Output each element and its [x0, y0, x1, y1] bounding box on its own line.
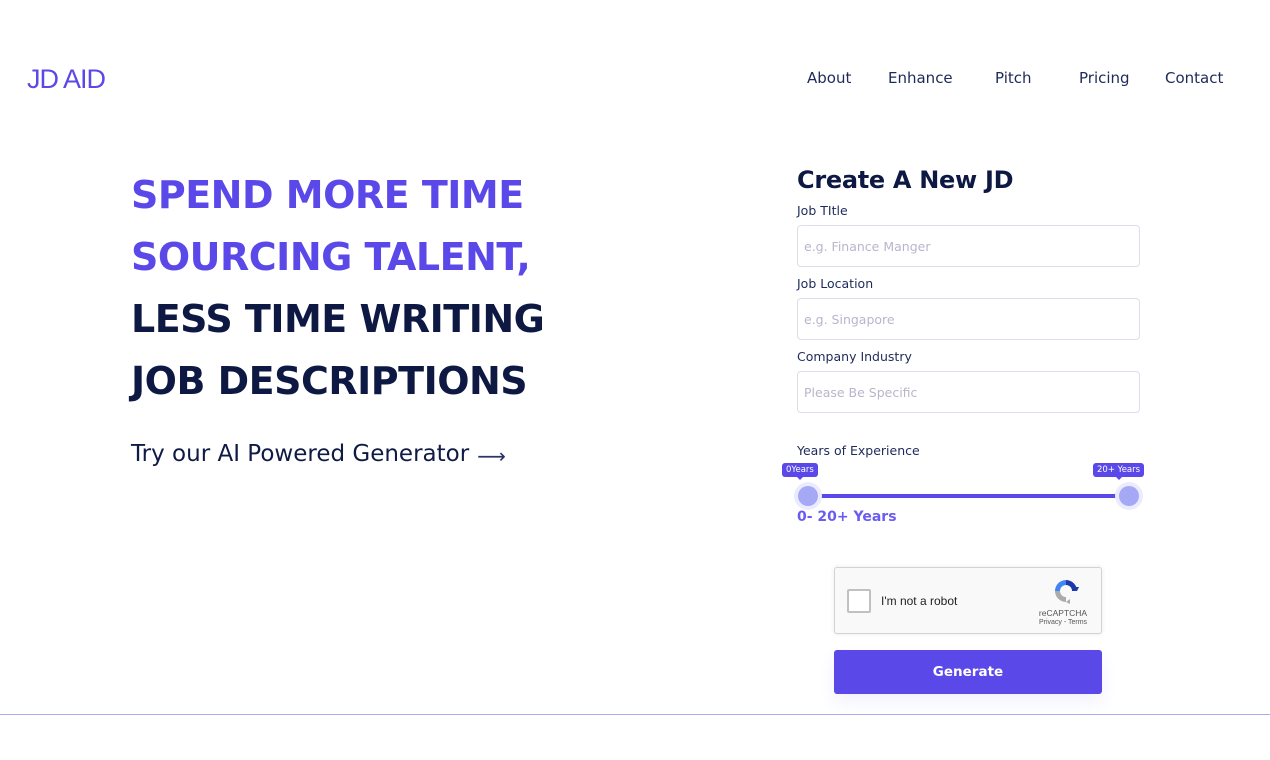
experience-range-slider[interactable]: 0Years 20+ Years [782, 460, 1145, 510]
generate-button[interactable]: Generate [834, 650, 1102, 694]
slider-track[interactable] [807, 494, 1132, 498]
experience-range-value: 0- 20+ Years [797, 509, 897, 525]
captcha-terms-link[interactable]: Privacy - Terms [1027, 619, 1099, 626]
max-value-tooltip: 20+ Years [1093, 463, 1145, 480]
hero-line: JOB DESCRIPTIONS [131, 359, 528, 403]
job-title-label: Job TItle [797, 203, 848, 218]
nav-item-about[interactable]: About [807, 69, 851, 87]
min-value-tooltip: 0Years [782, 463, 818, 480]
nav-item-enhance[interactable]: Enhance [888, 69, 953, 87]
experience-label: Years of Experience [797, 443, 920, 458]
arrow-right-icon: ⟶ [477, 444, 506, 468]
job-title-input[interactable] [797, 225, 1140, 267]
nav-item-contact[interactable]: Contact [1165, 69, 1223, 87]
job-location-input[interactable] [797, 298, 1140, 340]
slider-min-handle[interactable] [798, 486, 818, 506]
try-generator-link[interactable]: Try our AI Powered Generator ⟶ [131, 440, 506, 468]
nav-item-pitch[interactable]: Pitch [995, 69, 1032, 87]
form-title: Create A New JD [797, 166, 1014, 194]
cta-label: Try our AI Powered Generator [131, 441, 470, 467]
hero-line: SOURCING TALENT, [131, 235, 531, 279]
section-divider [0, 714, 1270, 715]
company-industry-label: Company Industry [797, 349, 912, 364]
nav-item-pricing[interactable]: Pricing [1079, 69, 1130, 87]
slider-max-handle[interactable] [1119, 486, 1139, 506]
create-jd-form: Create A New JD Job TItle Job Location C… [797, 166, 1140, 413]
captcha-brand: reCAPTCHA [1038, 608, 1088, 618]
recaptcha-widget: I'm not a robot reCAPTCHA Privacy - Term… [834, 567, 1102, 634]
recaptcha-icon [1055, 580, 1079, 604]
company-industry-input[interactable] [797, 371, 1140, 413]
top-nav: About Enhance Pitch Pricing Contact [0, 69, 1270, 91]
captcha-checkbox[interactable] [847, 589, 871, 613]
hero-line: SPEND MORE TIME [131, 173, 524, 217]
captcha-label: I'm not a robot [881, 594, 958, 608]
hero-headline: SPEND MORE TIME SOURCING TALENT, LESS TI… [131, 164, 545, 412]
job-location-label: Job Location [797, 276, 874, 291]
hero-line: LESS TIME WRITING [131, 297, 545, 341]
